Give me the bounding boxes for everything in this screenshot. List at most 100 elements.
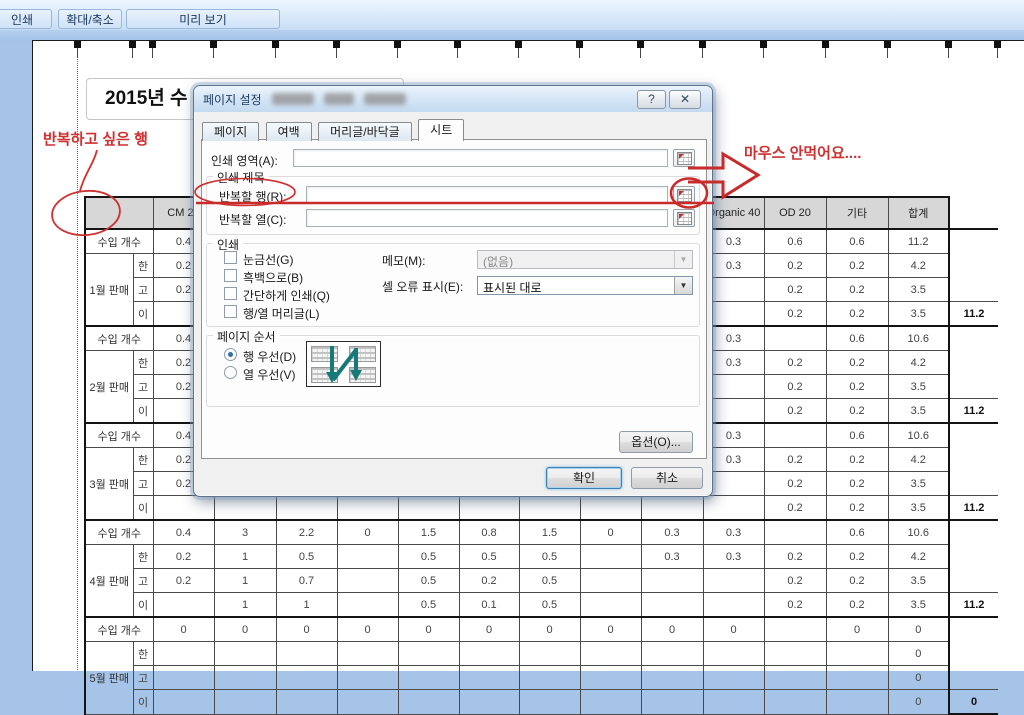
margin-handle[interactable]: [994, 41, 1001, 48]
repeat-rows-input[interactable]: [306, 186, 668, 204]
table-cell: [763, 519, 827, 545]
table-cell: [458, 689, 520, 715]
margin-handle[interactable]: [576, 41, 583, 48]
margin-handle-stem: [336, 48, 337, 58]
table-cell: 0.6: [825, 325, 889, 351]
table-cell: 0.2: [825, 374, 889, 399]
black-and-white-checkbox[interactable]: [224, 269, 237, 282]
table-cell: 0.8: [458, 519, 520, 545]
margin-handle[interactable]: [945, 41, 952, 48]
table-outer-cell: [949, 254, 998, 278]
table-cell: 0.2: [825, 447, 889, 472]
sub-label-cell: 고: [132, 374, 154, 399]
table-outer-cell: [949, 472, 998, 496]
repeat-cols-collapse-button[interactable]: [673, 209, 695, 227]
print-titles-label: 인쇄 제목: [213, 169, 269, 186]
table-cell: [763, 641, 827, 666]
cancel-button[interactable]: 취소: [631, 467, 703, 489]
ok-button[interactable]: 확인: [546, 467, 622, 489]
preview-button[interactable]: 미리 보기: [126, 9, 280, 29]
table-cell: 0.2: [825, 544, 889, 569]
print-area-input[interactable]: [293, 149, 668, 167]
margin-handle[interactable]: [149, 41, 156, 48]
row-col-headings-checkbox[interactable]: [224, 305, 237, 318]
margin-handle[interactable]: [74, 41, 81, 48]
comments-dropdown[interactable]: (없음) ▼: [477, 250, 693, 269]
dialog-title-bar[interactable]: 페이지 설정: [194, 86, 712, 112]
table-cell: 0.2: [763, 471, 827, 496]
table-cell: [336, 665, 399, 690]
help-button[interactable]: ?: [637, 90, 666, 109]
repeat-cols-input[interactable]: [306, 209, 668, 227]
table-cell: [825, 689, 889, 715]
sub-label-cell: 한: [132, 544, 154, 569]
table-outer-cell: [949, 197, 998, 229]
table-header-cell: OD 20: [763, 196, 827, 230]
table-cell: [336, 568, 399, 593]
tab-page[interactable]: 페이지: [202, 122, 260, 141]
sub-label-cell: 한: [132, 253, 154, 278]
table-cell: 0: [702, 616, 765, 642]
margin-handle-stem: [213, 48, 214, 58]
table-outer-cell: [949, 642, 998, 666]
margin-handle[interactable]: [210, 41, 217, 48]
margin-handle[interactable]: [637, 41, 644, 48]
table-cell: 3.5: [887, 495, 950, 521]
tab-header-footer[interactable]: 머리글/바닥글: [318, 122, 412, 141]
table-cell: 0: [887, 641, 950, 666]
table-cell: 3.5: [887, 277, 950, 302]
sales-row: 이 1 1 0.5 0.1 0.5 0.2 0.2 3.5 11.2: [85, 592, 998, 618]
gridlines-checkbox[interactable]: [224, 251, 237, 264]
sales-row: 이 0.2 0.2 3.5 11.2: [85, 495, 998, 521]
table-cell: 0: [518, 616, 581, 642]
table-cell: [640, 592, 704, 618]
tab-margins[interactable]: 여백: [265, 122, 312, 141]
margin-handle[interactable]: [272, 41, 279, 48]
table-cell: 10.6: [887, 519, 950, 545]
income-label-cell: 수입 개수: [84, 422, 154, 448]
table-cell: 0.2: [763, 592, 827, 618]
tab-sheet[interactable]: 시트: [418, 119, 465, 141]
margin-handle[interactable]: [333, 41, 340, 48]
table-cell: [458, 665, 520, 690]
margin-handle[interactable]: [454, 41, 461, 48]
table-outer-cell: [949, 278, 998, 302]
repeat-rows-collapse-button[interactable]: [673, 186, 695, 204]
month-label-cell: 1월 판매: [84, 253, 134, 327]
margin-handle[interactable]: [515, 41, 522, 48]
gridlines-label: 눈금선(G): [243, 253, 294, 267]
sub-label-cell: 한: [132, 350, 154, 375]
table-cell: [213, 641, 277, 666]
margin-handle[interactable]: [699, 41, 706, 48]
print-area-collapse-button[interactable]: [673, 149, 695, 167]
margin-handle-stem: [275, 48, 276, 58]
margin-handle[interactable]: [394, 41, 401, 48]
grand-total-cell: 11.2: [949, 592, 998, 618]
table-cell: 0.5: [518, 544, 581, 569]
row-col-headings-label: 행/열 머리글(L): [243, 307, 320, 321]
table-cell: 0.2: [763, 544, 827, 569]
options-button[interactable]: 옵션(O)...: [619, 431, 693, 453]
table-cell: 0: [579, 616, 642, 642]
cell-errors-dropdown[interactable]: 표시된 대로 ▼: [477, 276, 693, 295]
margin-handle[interactable]: [760, 41, 767, 48]
down-then-over-radio[interactable]: [224, 348, 237, 361]
table-cell: [275, 495, 338, 521]
table-cell: 2.2: [275, 519, 338, 545]
margin-handle-stem: [579, 48, 580, 58]
table-outer-cell: [949, 422, 998, 448]
margin-handle[interactable]: [129, 41, 136, 48]
table-header-cell: 기타: [825, 196, 889, 230]
income-label-cell: 수입 개수: [84, 325, 154, 351]
draft-quality-checkbox[interactable]: [224, 287, 237, 300]
table-cell: [702, 665, 765, 690]
table-outer-cell: [949, 666, 998, 690]
print-button[interactable]: 인쇄: [0, 9, 52, 29]
page-order-label: 페이지 순서: [213, 328, 280, 345]
zoom-toggle-button[interactable]: 확대/축소: [58, 9, 122, 29]
margin-handle[interactable]: [822, 41, 829, 48]
table-cell: [152, 641, 215, 666]
close-icon[interactable]: ✕: [669, 90, 701, 109]
margin-handle[interactable]: [884, 41, 891, 48]
over-then-down-radio[interactable]: [224, 366, 237, 379]
